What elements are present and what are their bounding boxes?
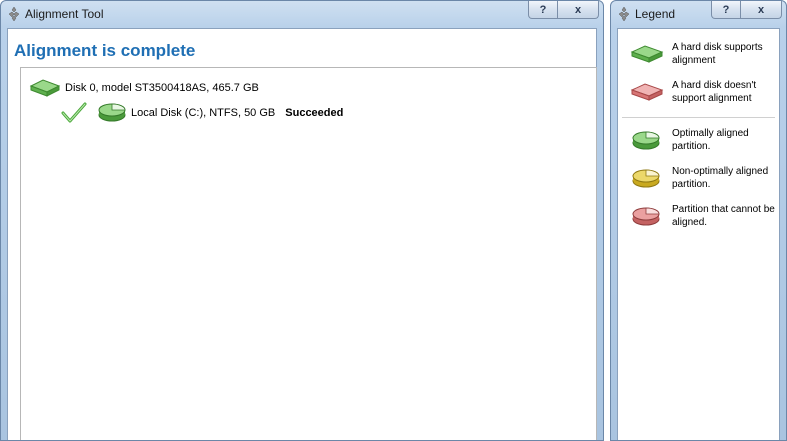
- page-title: Alignment is complete: [14, 41, 196, 60]
- red-partition-icon: [632, 207, 660, 226]
- close-button[interactable]: x: [557, 1, 599, 19]
- legend-help-button[interactable]: ?: [711, 1, 741, 19]
- app-icon: [8, 6, 20, 22]
- legend-text: Optimally aligned partition.: [672, 128, 749, 152]
- legend-text: Non-optimally aligned partition.: [672, 166, 769, 190]
- red-disk-icon: [630, 83, 664, 101]
- partition-row[interactable]: Local Disk (C:), NTFS, 50 GB Succeeded: [61, 102, 343, 124]
- legend-item-nonoptimal-partition: Non-optimally aligned partition.: [630, 165, 782, 193]
- window-title: Alignment Tool: [25, 7, 104, 21]
- disk-tree[interactable]: Disk 0, model ST3500418AS, 465.7 GB Loca…: [20, 67, 597, 440]
- legend-close-button[interactable]: x: [740, 1, 782, 19]
- main-client-area: Alignment is complete Disk 0, model ST35…: [7, 28, 597, 440]
- legend-window: Legend ? x A hard disk supports alignmen…: [610, 0, 787, 441]
- green-partition-icon: [98, 103, 126, 122]
- legend-item-unalignable-partition: Partition that cannot be aligned.: [630, 203, 782, 231]
- legend-item-disk-unsupported: A hard disk doesn't support alignment: [630, 79, 782, 107]
- legend-text: Partition that cannot be aligned.: [672, 204, 775, 228]
- title-bar[interactable]: Alignment Tool ? x: [1, 1, 603, 28]
- legend-title: Legend: [635, 7, 676, 21]
- legend-item-optimal-partition: Optimally aligned partition.: [630, 127, 782, 155]
- help-button[interactable]: ?: [528, 1, 558, 19]
- green-disk-icon: [29, 79, 61, 97]
- legend-text: A hard disk doesn't support alignment: [672, 80, 757, 104]
- yellow-partition-icon: [632, 169, 660, 188]
- legend-client-area: A hard disk supports alignment A hard di…: [617, 28, 780, 440]
- legend-item-disk-supported: A hard disk supports alignment: [630, 41, 782, 69]
- green-disk-icon: [630, 45, 664, 63]
- green-partition-icon: [632, 131, 660, 150]
- partition-label: Local Disk (C:), NTFS, 50 GB: [131, 107, 276, 119]
- legend-title-bar[interactable]: Legend ? x: [611, 1, 786, 28]
- disk-row[interactable]: Disk 0, model ST3500418AS, 465.7 GB: [29, 78, 259, 98]
- status-text: Succeeded: [285, 107, 344, 119]
- checkmark-icon: [61, 102, 87, 123]
- disk-label: Disk 0, model ST3500418AS, 465.7 GB: [65, 82, 259, 94]
- alignment-tool-window: Alignment Tool ? x Alignment is complete…: [0, 0, 604, 441]
- legend-text: A hard disk supports alignment: [672, 42, 763, 66]
- legend-divider: [622, 117, 775, 118]
- app-icon: [618, 6, 630, 22]
